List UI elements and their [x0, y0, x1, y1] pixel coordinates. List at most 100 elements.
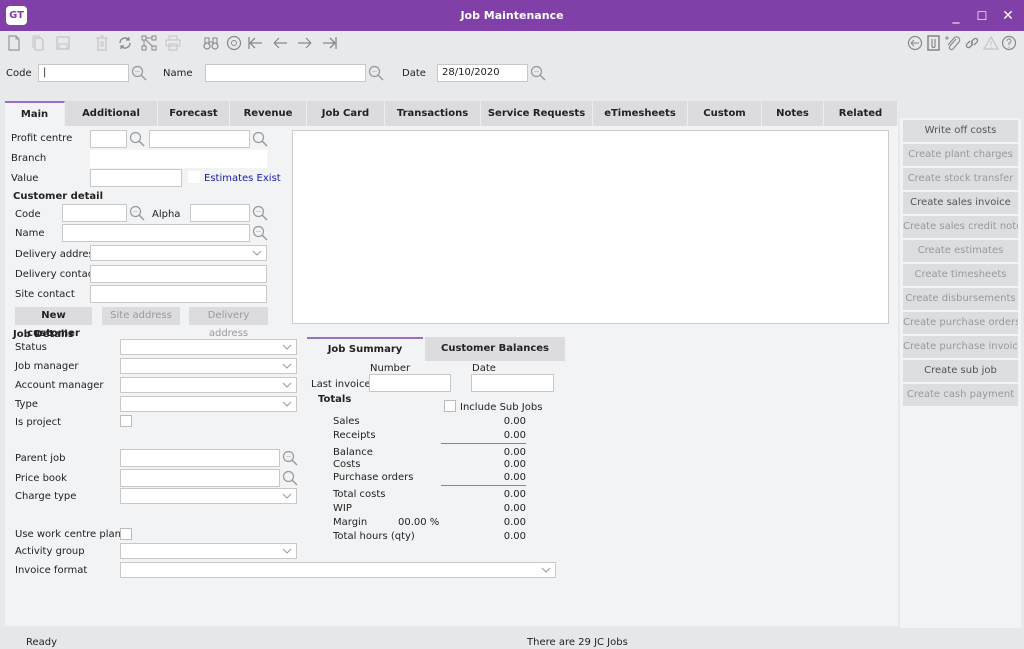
create-purchase-invoice-button[interactable]: Create purchase invoice: [903, 336, 1018, 358]
tab-custom[interactable]: Custom: [688, 101, 762, 126]
link-icon[interactable]: [963, 35, 981, 53]
costs-label: Costs: [333, 459, 361, 470]
tab-forecast[interactable]: Forecast: [158, 101, 230, 126]
create-timesheets-button[interactable]: Create timesheets: [903, 264, 1018, 286]
profit-centre-name-input[interactable]: [149, 130, 250, 148]
first-record-icon[interactable]: [246, 35, 264, 53]
description-textarea[interactable]: [292, 130, 889, 324]
date-header: Date: [472, 363, 496, 374]
job-details-heading: Job Details: [13, 329, 74, 340]
delivery-address-button[interactable]: Delivery address: [189, 307, 268, 339]
help-icon[interactable]: [1000, 35, 1018, 53]
customer-alpha-input[interactable]: [190, 204, 250, 222]
use-work-centre-plan-checkbox[interactable]: [120, 528, 132, 540]
binoculars-icon[interactable]: [202, 35, 220, 53]
estimates-exist-link[interactable]: Estimates Exist: [204, 173, 281, 184]
estimates-exist-indicator: [188, 171, 200, 183]
parent-job-label: Parent job: [15, 453, 66, 464]
tab-job-card[interactable]: Job Card: [307, 101, 385, 126]
attachments-icon[interactable]: [925, 35, 943, 53]
date-lookup-icon[interactable]: [530, 65, 546, 81]
date-input[interactable]: 28/10/2020: [437, 64, 528, 82]
tab-service-requests[interactable]: Service Requests: [481, 101, 593, 126]
create-plant-charges-button[interactable]: Create plant charges: [903, 144, 1018, 166]
write-off-costs-button[interactable]: Write off costs: [903, 120, 1018, 142]
refresh-icon[interactable]: [116, 35, 134, 53]
close-button[interactable]: ✕: [998, 6, 1018, 26]
profit-centre-code-input[interactable]: [90, 130, 127, 148]
customer-code-lookup-icon[interactable]: [129, 205, 145, 221]
name-lookup-icon[interactable]: [368, 65, 384, 81]
site-contact-input[interactable]: [90, 285, 267, 303]
costs-value: 0.00: [503, 459, 526, 470]
customer-code-input[interactable]: [62, 204, 127, 222]
create-disbursements-button[interactable]: Create disbursements: [903, 288, 1018, 310]
margin-percent: 00.00 %: [398, 517, 440, 528]
print-icon[interactable]: [164, 35, 182, 53]
customer-alpha-lookup-icon[interactable]: [252, 205, 268, 221]
tab-customer-balances[interactable]: Customer Balances: [425, 337, 565, 361]
charge-type-select[interactable]: [120, 488, 297, 504]
tab-notes[interactable]: Notes: [762, 101, 824, 126]
create-cash-payment-button[interactable]: Create cash payment: [903, 384, 1018, 406]
sales-value: 0.00: [503, 416, 526, 427]
tab-job-summary[interactable]: Job Summary: [307, 337, 423, 361]
tab-revenue[interactable]: Revenue: [230, 101, 307, 126]
invoice-format-select[interactable]: [120, 562, 556, 578]
is-project-checkbox[interactable]: [120, 415, 132, 427]
type-select[interactable]: [120, 396, 297, 412]
name-label: Name: [163, 68, 193, 79]
customer-name-lookup-icon[interactable]: [252, 225, 268, 241]
create-estimates-button[interactable]: Create estimates: [903, 240, 1018, 262]
new-document-icon[interactable]: [5, 35, 23, 53]
minimize-button[interactable]: _: [946, 6, 966, 26]
purchase-orders-label: Purchase orders: [333, 472, 414, 483]
job-manager-select[interactable]: [120, 358, 297, 374]
add-attachment-icon[interactable]: [944, 35, 962, 53]
price-book-lookup-icon[interactable]: [282, 470, 298, 486]
back-icon[interactable]: [906, 35, 924, 53]
at-sign-icon[interactable]: [225, 35, 243, 53]
tab-transactions[interactable]: Transactions: [385, 101, 481, 126]
delivery-contact-input[interactable]: [90, 265, 267, 283]
tab-etimesheets[interactable]: eTimesheets: [593, 101, 688, 126]
maximize-button[interactable]: ☐: [972, 6, 992, 26]
total-costs-label: Total costs: [333, 489, 386, 500]
tab-main[interactable]: Main: [5, 101, 65, 126]
parent-job-lookup-icon[interactable]: [282, 450, 298, 466]
delivery-address-select[interactable]: [90, 245, 267, 261]
code-lookup-icon[interactable]: [131, 65, 147, 81]
activity-group-select[interactable]: [120, 543, 297, 559]
create-stock-transfer-button[interactable]: Create stock transfer: [903, 168, 1018, 190]
profit-centre-name-lookup-icon[interactable]: [252, 131, 268, 147]
price-book-input[interactable]: [120, 469, 280, 487]
status-select[interactable]: [120, 339, 297, 355]
last-record-icon[interactable]: [321, 35, 339, 53]
code-input[interactable]: |: [38, 64, 129, 82]
customer-alpha-label: Alpha: [152, 209, 181, 220]
previous-record-icon[interactable]: [271, 35, 289, 53]
use-work-centre-plan-label: Use work centre plan: [15, 529, 121, 540]
delete-icon[interactable]: [93, 35, 111, 53]
branch-label: Branch: [11, 153, 47, 164]
warning-icon[interactable]: [982, 35, 1000, 53]
create-sales-invoice-button[interactable]: Create sales invoice: [903, 192, 1018, 214]
value-input[interactable]: [90, 169, 182, 187]
create-sub-job-button[interactable]: Create sub job: [903, 360, 1018, 382]
tab-additional[interactable]: Additional: [65, 101, 158, 126]
next-record-icon[interactable]: [296, 35, 314, 53]
site-address-button[interactable]: Site address: [102, 307, 180, 325]
save-icon[interactable]: [54, 35, 72, 53]
account-manager-select[interactable]: [120, 377, 297, 393]
parent-job-input[interactable]: [120, 449, 280, 467]
customer-name-input[interactable]: [62, 224, 250, 242]
include-sub-jobs-checkbox[interactable]: [444, 400, 456, 412]
name-input[interactable]: [205, 64, 366, 82]
tab-related[interactable]: Related: [824, 101, 898, 126]
create-sales-credit-note-button[interactable]: Create sales credit note: [903, 216, 1018, 238]
new-customer-button[interactable]: New customer: [15, 307, 92, 339]
hierarchy-icon[interactable]: [140, 35, 158, 53]
create-purchase-orders-button[interactable]: Create purchase orders: [903, 312, 1018, 334]
profit-centre-code-lookup-icon[interactable]: [129, 131, 145, 147]
copy-icon[interactable]: [29, 35, 47, 53]
